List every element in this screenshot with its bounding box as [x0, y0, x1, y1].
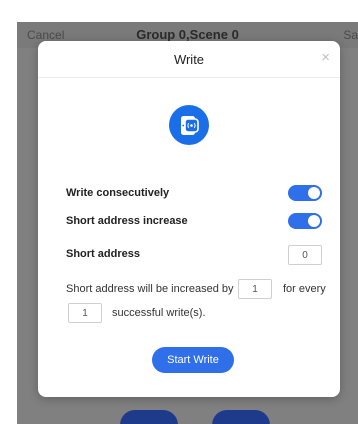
write-dialog: Write × Write consecutively Short addres…: [38, 41, 340, 397]
short-address-increase-label: Short address increase: [66, 215, 188, 227]
short-address-increase-row: Short address increase: [66, 212, 322, 232]
short-address-label: Short address: [66, 248, 140, 260]
page-title: Group 0,Scene 0: [136, 27, 239, 42]
save-button[interactable]: Sav: [343, 28, 358, 42]
write-consecutively-label: Write consecutively: [66, 187, 170, 199]
short-address-row: Short address: [66, 245, 322, 265]
short-address-input[interactable]: [288, 245, 322, 265]
close-icon[interactable]: ×: [321, 49, 330, 66]
increment-count-input[interactable]: [68, 303, 102, 323]
toggle-knob: [308, 215, 320, 227]
increment-text-part2: for every: [283, 283, 326, 295]
nfc-write-icon: [169, 105, 209, 145]
toggle-knob: [308, 187, 320, 199]
increment-text-part1: Short address will be increased by: [66, 283, 234, 295]
background-button-left: [120, 410, 178, 424]
increment-text-part3: successful write(s).: [112, 307, 206, 319]
background-button-right: [212, 410, 270, 424]
start-write-button[interactable]: Start Write: [152, 347, 234, 373]
write-consecutively-row: Write consecutively: [66, 184, 322, 204]
dialog-title: Write: [173, 52, 205, 67]
short-address-increase-toggle[interactable]: [288, 213, 322, 229]
dialog-header: Write ×: [38, 41, 340, 78]
write-consecutively-toggle[interactable]: [288, 185, 322, 201]
increment-step-input[interactable]: [238, 279, 272, 299]
